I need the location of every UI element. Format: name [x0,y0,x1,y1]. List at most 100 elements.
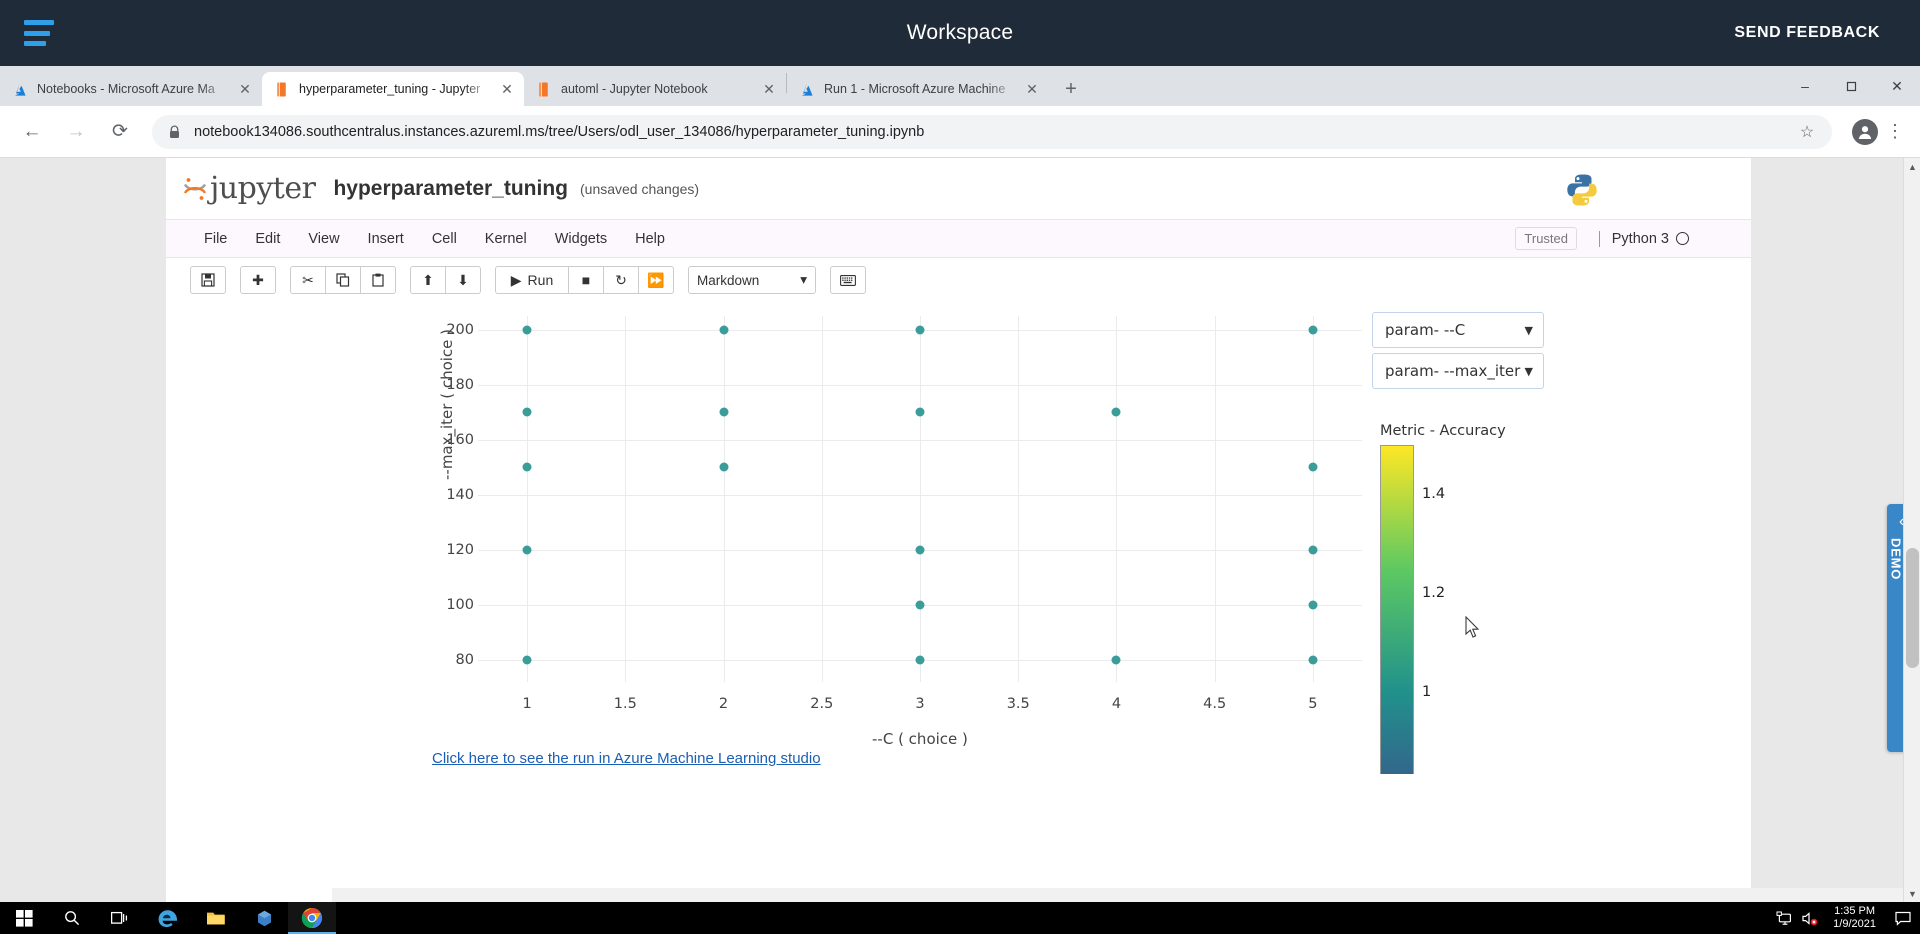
restart-circle-icon[interactable]: ↻ [603,266,639,294]
fast-forward-icon[interactable]: ⏩ [638,266,674,294]
insert-cell-group: ✚ [240,266,276,294]
cell-type-select[interactable]: Markdown ▾ [688,266,816,294]
scissors-icon[interactable]: ✂ [290,266,326,294]
back-button[interactable]: ← [14,114,50,150]
menu-cell[interactable]: Cell [418,225,471,253]
keyboard-icon[interactable] [830,266,866,294]
scatter-point[interactable] [915,407,925,417]
chrome-browser-icon[interactable] [288,902,336,934]
star-icon[interactable]: ☆ [1792,117,1822,147]
notebook-horizontal-scrollbar[interactable] [332,888,1917,902]
page-vertical-scrollbar[interactable]: ▲ ▼ [1903,158,1920,902]
windows-start-icon[interactable] [0,902,48,934]
action-center-icon[interactable] [1886,911,1920,926]
param-maxiter-dropdown[interactable]: param- --max_iter ▼ [1372,353,1544,389]
menu-kernel[interactable]: Kernel [471,225,541,253]
paste-icon[interactable] [360,266,396,294]
grid-line-vertical [625,316,627,682]
scatter-point[interactable] [719,407,729,417]
scatter-point[interactable] [719,325,729,335]
param-c-dropdown[interactable]: param- --C ▼ [1372,312,1544,348]
colorbar-tick-label: 1.2 [1422,585,1446,602]
scatter-point[interactable] [522,407,532,417]
browser-tab-2[interactable]: automl - Jupyter Notebook ✕ [524,72,786,106]
window-controls: – ✕ [1782,66,1920,106]
scatter-point[interactable] [915,655,925,665]
send-feedback-button[interactable]: SEND FEEDBACK [1734,24,1880,42]
close-icon[interactable]: ✕ [236,80,254,98]
param-c-dropdown-label: param- --C [1385,321,1466,339]
close-window-button[interactable]: ✕ [1874,66,1920,106]
scatter-point[interactable] [1111,655,1121,665]
y-axis-tick-label: 160 [446,431,474,448]
scatter-point[interactable] [522,545,532,555]
taskbar-clock[interactable]: 1:35 PM 1/9/2021 [1823,905,1886,931]
menu-edit[interactable]: Edit [241,225,294,253]
menu-insert[interactable]: Insert [354,225,418,253]
scroll-up-icon[interactable]: ▲ [1904,158,1920,175]
scatter-point[interactable] [1308,325,1318,335]
search-icon[interactable] [48,902,96,934]
save-disk-icon[interactable] [190,266,226,294]
reload-button[interactable]: ⟳ [102,114,138,150]
x-axis-tick-label: 1 [522,696,532,712]
arrow-down-icon[interactable]: ⬇ [445,266,481,294]
address-bar[interactable]: notebook134086.southcentralus.instances.… [152,114,1832,149]
python-logo-icon [1563,171,1601,209]
scatter-point[interactable] [522,462,532,472]
menu-file[interactable]: File [190,225,241,253]
kebab-menu-icon[interactable]: ⋮ [1878,121,1912,142]
kernel-indicator[interactable]: Python 3 [1598,230,1689,247]
scroll-down-icon[interactable]: ▼ [1904,885,1920,902]
arrow-up-icon[interactable]: ⬆ [410,266,446,294]
menu-view[interactable]: View [294,225,353,253]
kernel-idle-circle-icon [1676,232,1689,245]
scatter-point[interactable] [915,325,925,335]
scatter-point[interactable] [522,655,532,665]
menu-widgets[interactable]: Widgets [541,225,621,253]
notebook-name[interactable]: hyperparameter_tuning [333,177,568,201]
browser-tab-1[interactable]: hyperparameter_tuning - Jupyter ✕ [262,72,524,106]
scatter-point[interactable] [1111,407,1121,417]
stop-square-icon[interactable]: ■ [568,266,604,294]
scatter-point[interactable] [1308,462,1318,472]
scatter-point[interactable] [1308,600,1318,610]
windows-taskbar: 1:35 PM 1/9/2021 [0,902,1920,934]
menu-help[interactable]: Help [621,225,679,253]
profile-avatar-icon[interactable] [1852,118,1878,145]
close-icon[interactable]: ✕ [498,80,516,98]
store-icon[interactable] [240,902,288,934]
browser-tab-title: Run 1 - Microsoft Azure Machine [824,82,1006,96]
task-view-icon[interactable] [96,902,144,934]
forward-button[interactable]: → [58,114,94,150]
volume-muted-icon[interactable] [1797,911,1823,926]
scatter-point[interactable] [1308,545,1318,555]
azure-run-link[interactable]: Click here to see the run in Azure Machi… [432,750,821,767]
scatter-point[interactable] [915,600,925,610]
file-explorer-icon[interactable] [192,902,240,934]
scatter-point[interactable] [1308,655,1318,665]
minimize-button[interactable]: – [1782,66,1828,106]
scatter-point[interactable] [719,462,729,472]
add-cell-plus-icon[interactable]: ✚ [240,266,276,294]
browser-tab-0[interactable]: Notebooks - Microsoft Azure Ma ✕ [0,72,262,106]
jupyter-notebook-icon [536,81,552,97]
x-axis-tick-label: 3 [915,696,925,712]
maximize-button[interactable] [1828,66,1874,106]
run-button[interactable]: ▶ Run [495,266,569,294]
y-axis-tick-label: 200 [446,321,474,338]
new-tab-button[interactable]: + [1057,75,1085,103]
close-icon[interactable]: ✕ [1023,80,1041,98]
edge-browser-icon[interactable] [144,902,192,934]
browser-tab-3[interactable]: Run 1 - Microsoft Azure Machine ✕ [787,72,1049,106]
scatter-point[interactable] [915,545,925,555]
jupyter-logo[interactable]: jupyter [182,171,316,206]
copy-icon[interactable] [325,266,361,294]
scrollbar-thumb[interactable] [1906,548,1919,668]
scatter-point[interactable] [522,325,532,335]
close-icon[interactable]: ✕ [760,80,778,98]
network-monitor-icon[interactable] [1771,911,1797,926]
x-axis-tick-label: 2 [718,696,729,712]
hyperdrive-scatter-plot: --max_iter ( choice ) --C ( choice ) 80 1… [166,302,1466,774]
trusted-badge[interactable]: Trusted [1515,227,1577,250]
